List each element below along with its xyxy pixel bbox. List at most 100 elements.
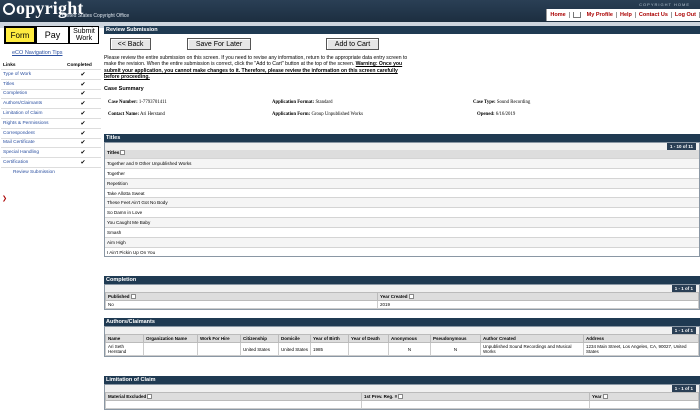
copyright-home-link[interactable]: COPYRIGHT HOME bbox=[639, 2, 690, 7]
check-icon: ✔ bbox=[65, 78, 101, 90]
authors-section-header: Authors/Claimants bbox=[104, 318, 700, 326]
sidebar-item-mail-certificate[interactable]: Mail Certificate bbox=[1, 137, 65, 148]
citizenship-header[interactable]: Citizenship bbox=[240, 334, 279, 343]
year-of-death bbox=[348, 342, 389, 356]
cart-icon[interactable] bbox=[572, 12, 581, 18]
current-step-arrow-icon: ❯ bbox=[2, 196, 8, 202]
work-for-hire-header[interactable]: Work For Hire bbox=[197, 334, 241, 343]
sort-icon[interactable] bbox=[120, 150, 126, 156]
titles-pager: 1 - 10 of 11 bbox=[666, 143, 696, 150]
sort-icon[interactable] bbox=[408, 294, 414, 300]
author-name: Ari Seth Herstand bbox=[105, 342, 144, 356]
log-out-link[interactable]: Log Out bbox=[672, 12, 700, 18]
limitation-section: 1 - 1 of 1 Material Excluded 1st Prev. Re… bbox=[104, 384, 700, 411]
tab-submit-work[interactable]: Submit Work bbox=[69, 26, 99, 44]
back-button[interactable]: << Back bbox=[110, 38, 151, 50]
titles-section-header: Titles bbox=[104, 134, 700, 142]
table-row: Aim High bbox=[105, 236, 699, 247]
address-header[interactable]: Address bbox=[583, 334, 699, 343]
sidebar-item-review-submission[interactable]: Review Submission bbox=[1, 166, 65, 178]
sidebar: Form Pay Submit Work eCO Navigation Tips… bbox=[0, 26, 102, 202]
tab-pay[interactable]: Pay bbox=[36, 26, 69, 44]
table-row: These Feet Ain't Got No Body bbox=[105, 197, 699, 208]
table-row: I Ain't Pickin Up On You bbox=[105, 246, 699, 257]
add-to-cart-button[interactable]: Add to Cart bbox=[326, 38, 379, 50]
material-excluded bbox=[105, 400, 362, 410]
instructions: Please review the entire submission on t… bbox=[104, 55, 414, 81]
application-form-label: Application Form: bbox=[272, 111, 311, 117]
prev-reg bbox=[361, 400, 590, 410]
organization-name bbox=[143, 342, 198, 356]
table-row: Repetition bbox=[105, 177, 699, 188]
help-link[interactable]: Help bbox=[617, 12, 636, 18]
year-of-birth-header[interactable]: Year of Birth bbox=[310, 334, 349, 343]
case-number: 1-7793701411 bbox=[138, 99, 167, 105]
year-created-header[interactable]: Year Created bbox=[377, 291, 699, 302]
logo-subtitle: United States Copyright Office bbox=[62, 13, 130, 19]
sidebar-item-limitation-of-claim[interactable]: Limitation of Claim bbox=[1, 108, 65, 119]
titles-column-header[interactable]: Titles bbox=[105, 150, 699, 158]
pseudonymous-header[interactable]: Pseudonymous bbox=[430, 334, 481, 343]
name-header[interactable]: Name bbox=[105, 334, 144, 343]
authors-table: Name Organization Name Work For Hire Cit… bbox=[105, 334, 699, 356]
material-excluded-header[interactable]: Material Excluded bbox=[105, 391, 362, 402]
sidebar-item-certification[interactable]: Certification bbox=[1, 157, 65, 168]
year-of-death-header[interactable]: Year of Death bbox=[348, 334, 389, 343]
sort-icon[interactable] bbox=[130, 294, 136, 300]
completion-section-header: Completion bbox=[104, 276, 700, 284]
check-icon: ✔ bbox=[65, 147, 101, 158]
authors-pager: 1 - 1 of 1 bbox=[671, 327, 696, 334]
case-summary: Case Number: 1-7793701411 Contact Name: … bbox=[104, 97, 700, 121]
table-row: Take Allotta Sweat bbox=[105, 187, 699, 198]
sidebar-item-correspondent[interactable]: Correspondent bbox=[1, 127, 65, 139]
limitation-pager: 1 - 1 of 1 bbox=[671, 385, 696, 392]
prev-reg-label: 1st Prev. Reg. # bbox=[364, 394, 398, 399]
home-link[interactable]: Home bbox=[547, 12, 570, 18]
year-created-value: 2019 bbox=[377, 300, 699, 310]
author-created-header[interactable]: Author Created bbox=[480, 334, 584, 343]
check-icon: ✔ bbox=[65, 98, 101, 109]
year-header[interactable]: Year bbox=[589, 391, 699, 402]
sidebar-item-titles[interactable]: Titles bbox=[1, 78, 65, 90]
completion-pager: 1 - 1 of 1 bbox=[671, 285, 696, 292]
sort-icon[interactable] bbox=[602, 394, 608, 400]
domicile-header[interactable]: Domicile bbox=[278, 334, 311, 343]
sort-icon[interactable] bbox=[398, 394, 404, 400]
citizenship: United States bbox=[240, 342, 279, 356]
prev-reg-header[interactable]: 1st Prev. Reg. # bbox=[361, 391, 590, 402]
page-title: Review Submission bbox=[104, 26, 700, 34]
titles-section: 1 - 10 of 11 Titles Together and 9 Other… bbox=[104, 142, 700, 258]
anonymous: N bbox=[388, 342, 431, 356]
anonymous-header[interactable]: Anonymous bbox=[388, 334, 431, 343]
navigation-tips-link[interactable]: eCO Navigation Tips bbox=[12, 50, 102, 56]
tab-form[interactable]: Form bbox=[4, 26, 36, 44]
year bbox=[589, 400, 699, 410]
save-for-later-button[interactable]: Save For Later bbox=[187, 38, 251, 50]
limitation-table: Material Excluded 1st Prev. Reg. # Year bbox=[105, 391, 699, 410]
check-icon: ✔ bbox=[65, 108, 101, 119]
application-form: Group Unpublished Works bbox=[311, 111, 363, 117]
year-label: Year bbox=[592, 394, 602, 399]
action-buttons: << Back Save For Later Add to Cart bbox=[104, 38, 700, 52]
published-header[interactable]: Published bbox=[105, 291, 378, 302]
sidebar-item-rights-permissions[interactable]: Rights & Permissions bbox=[1, 117, 65, 129]
check-icon: ✔ bbox=[65, 69, 101, 80]
sort-icon[interactable] bbox=[147, 394, 153, 400]
contact-us-link[interactable]: Contact Us bbox=[636, 12, 672, 18]
case-type: Sound Recording bbox=[496, 99, 531, 105]
organization-name-header[interactable]: Organization Name bbox=[143, 334, 198, 343]
sidebar-item-completion[interactable]: Completion bbox=[1, 88, 65, 99]
my-profile-link[interactable]: My Profile bbox=[584, 12, 617, 18]
table-row: Ari Seth Herstand United States United S… bbox=[105, 342, 699, 356]
table-row: Smash bbox=[105, 226, 699, 237]
published-value: No bbox=[105, 300, 378, 310]
links-header: Links bbox=[3, 63, 16, 68]
case-summary-heading: Case Summary bbox=[104, 85, 144, 92]
sidebar-item-type-of-work[interactable]: Type of Work bbox=[1, 69, 65, 80]
completion-section: 1 - 1 of 1 Published Year Created No 2019 bbox=[104, 284, 700, 311]
check-icon: ✔ bbox=[65, 88, 101, 99]
limitation-section-header: Limitation of Claim bbox=[104, 376, 700, 384]
sidebar-item-special-handling[interactable]: Special Handling bbox=[1, 147, 65, 158]
sidebar-item-authors-claimants[interactable]: Authors/Claimants bbox=[1, 98, 65, 109]
authors-section: 1 - 1 of 1 Name Organization Name Work F… bbox=[104, 326, 700, 357]
